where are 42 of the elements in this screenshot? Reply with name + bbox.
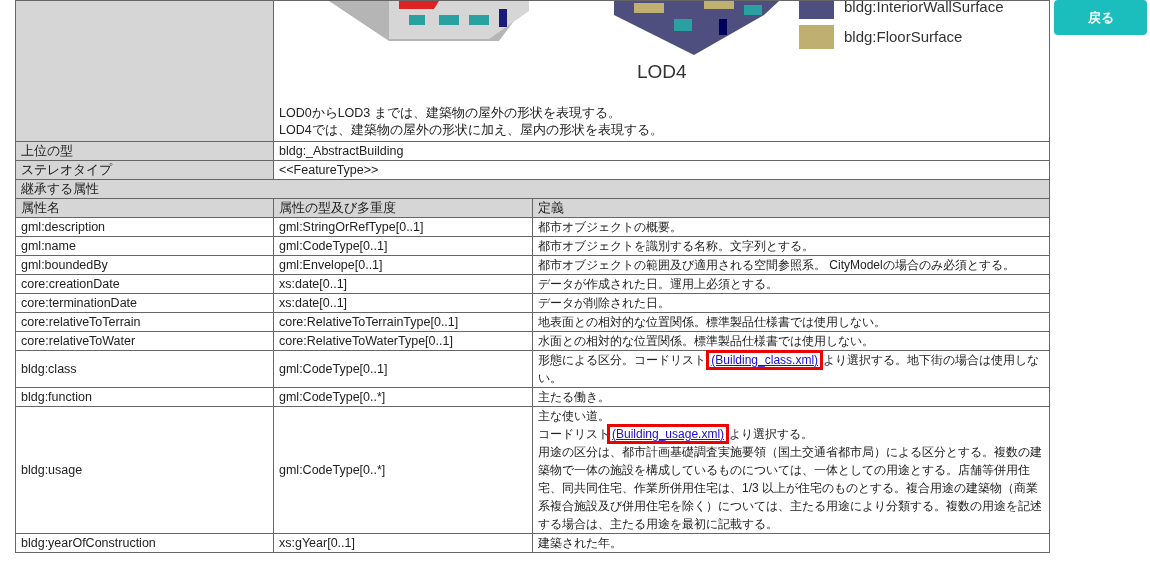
table-cell: xs:date[0..1] [273,274,533,294]
table-cell: gml:CodeType[0..*] [273,387,533,407]
definition-text: 都市オブジェクトを識別する名称。文字列とする。 [538,238,815,255]
table-cell: core:RelativeToWaterType[0..1] [273,331,533,351]
table-cell: gml:description [15,217,274,237]
definition-text: 用途の区分は、都市計画基礎調査実施要領（国土交通省都市局）による区分とする。複数の建築物で一体の施設を構成しているものについては、一体としての用途とする。店舗等併用住宅、同共同住宅、作業所併用住宅は、1/3 以上が住宅のものとする。複合用途の建築物（商業系複合施設及び併用住宅を除く）については、主たる用途により分類する。複数の用途を記述する場合は、主たる用途を最初に記載する。 [538,444,1043,533]
description-text: LOD0からLOD3 までは、建築物の屋外の形状を表現する。 [279,105,622,122]
table-cell: gml:CodeType[0..1] [273,236,533,256]
definition-text: 形態による区分。コードリスト (Building_class.xml) より選択する。地下街の場合は使用しない。 [538,351,1044,387]
table-cell: gml:Envelope[0..1] [273,255,533,275]
definition-text: 都市オブジェクトの概要。 [538,219,683,236]
description-text: LOD4では、建築物の屋外の形状に加え、屋内の形状を表現する。 [279,122,664,139]
table-cell: gml:name [15,236,274,256]
table-cell: bldg:class [15,350,274,388]
table-cell: core:relativeToTerrain [15,312,274,332]
figure-caption: LOD4 [637,63,687,81]
table-cell: core:terminationDate [15,293,274,313]
table-cell: core:creationDate [15,274,274,294]
definition-text: コードリスト (Building_usage.xml) より選択する。 [538,425,1044,443]
table-cell: xs:date[0..1] [273,293,533,313]
definition-text: 地表面との相対的な位置関係。標準製品仕様書では使用しない。 [538,314,887,331]
table-cell: bldg:function [15,387,274,407]
definition-text: 都市オブジェクトの範囲及び適用される空間参照系。 CityModelの場合のみ必須とする。 [538,257,1016,274]
definition-text: データが削除された日。 [538,295,671,312]
definition-text: 主な使い道。 [538,408,611,425]
table-cell: gml:boundedBy [15,255,274,275]
legend-label: bldg:InteriorWallSurface [844,1,1004,16]
definition-text: 建築された年。 [538,535,623,552]
table-cell: gml:CodeType[0..*] [273,406,533,534]
table-cell: xs:gYear[0..1] [273,533,533,553]
legend-label: bldg:FloorSurface [844,28,963,46]
table-cell: core:relativeToWater [15,331,274,351]
table-cell: core:RelativeToTerrainType[0..1] [273,312,533,332]
definition-text: 主たる働き。 [538,389,611,406]
table-cell: bldg:yearOfConstruction [15,533,274,553]
table-cell: gml:StringOrRefType[0..1] [273,217,533,237]
code-list-link[interactable]: (Building_class.xml) [709,353,821,367]
definition-text: 水面との相対的な位置関係。標準製品仕様書では使用しない。 [538,333,875,350]
definition-text: データが作成された日。運用上必須とする。 [538,276,779,293]
table-cell: bldg:usage [15,406,274,534]
table-cell: gml:CodeType[0..1] [273,350,533,388]
code-list-link[interactable]: (Building_usage.xml) [610,427,727,441]
